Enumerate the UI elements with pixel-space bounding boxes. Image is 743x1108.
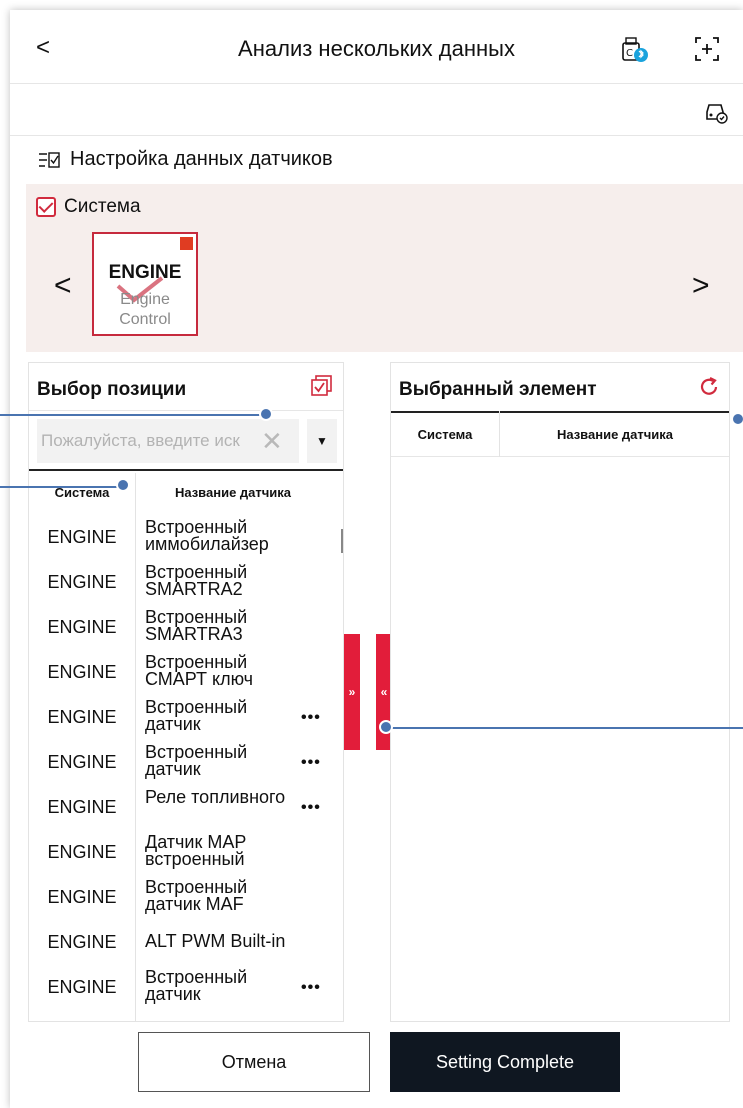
row-sensor-name: Встроенный датчик — [145, 697, 248, 734]
table-row[interactable]: ENGINE ALT PWM Built-in — [29, 920, 343, 965]
checkbox-checked-icon[interactable] — [36, 197, 56, 217]
search-input[interactable] — [37, 431, 257, 451]
row-system: ENGINE — [47, 617, 117, 637]
row-system: ENGINE — [47, 662, 117, 682]
row-sensor-name: Встроенный SMARTRA3 — [145, 607, 248, 644]
system-panel: Система < ENGINE Engine Control > — [26, 184, 743, 352]
table-row[interactable]: ENGINE Встроенный иммобилайзер — [29, 515, 343, 560]
more-icon[interactable]: ••• — [301, 979, 321, 997]
row-system: ENGINE — [47, 752, 117, 772]
column-system: Система — [417, 427, 473, 442]
vci-bluetooth-icon[interactable]: C — [620, 34, 650, 64]
callout-line — [0, 486, 122, 488]
callout-line — [386, 727, 743, 729]
table-row[interactable]: ENGINE Встроенный SMARTRA3 — [29, 605, 343, 650]
callout-dot — [731, 412, 743, 426]
selection-panel-title: Выбор позиции — [37, 379, 187, 400]
table-row[interactable]: ENGINE Встроенный датчик ••• — [29, 965, 343, 1010]
row-sensor-name: Встроенный SMARTRA2 — [145, 562, 248, 599]
system-label: Система — [64, 196, 141, 217]
more-icon[interactable]: ••• — [301, 799, 321, 817]
item-selection-panel: Выбор позиции ✕ ▼ Система Название датчи… — [28, 362, 344, 1022]
table-row[interactable]: ENGINE Встроенный датчик ••• — [29, 740, 343, 785]
row-system: ENGINE — [47, 977, 117, 997]
row-sensor-name: Встроенный датчик — [145, 742, 248, 779]
app-window: < Анализ нескольких данных C Настройка д… — [10, 10, 743, 1108]
system-checkbox-row[interactable]: Система — [36, 196, 141, 218]
callout-dot — [379, 720, 393, 734]
system-card-description: Engine Control — [119, 291, 171, 328]
checklist-icon — [39, 151, 60, 168]
search-box: ✕ — [37, 419, 299, 463]
sensor-settings-title: Настройка данных датчиков — [70, 148, 333, 170]
row-system: ENGINE — [47, 527, 117, 547]
row-sensor-name: Встроенный СМАРТ ключ — [145, 652, 254, 689]
selection-table-header: Система Название датчика — [29, 473, 343, 513]
column-sensor-name: Название датчика — [174, 485, 292, 500]
row-system: ENGINE — [47, 842, 117, 862]
sensor-list: ENGINE Встроенный иммобилайзер ENGINE Вс… — [29, 515, 343, 1010]
row-sensor-name: Реле топливного — [145, 787, 286, 807]
callout-dot — [259, 407, 273, 421]
sensor-settings-header: Настройка данных датчиков — [38, 148, 333, 171]
prev-system-arrow[interactable]: < — [54, 269, 72, 303]
cancel-button[interactable]: Отмена — [138, 1032, 370, 1092]
selected-corner-marker — [180, 237, 193, 250]
more-icon[interactable]: ••• — [301, 709, 321, 727]
search-row: ✕ ▼ — [29, 413, 343, 471]
selected-panel-title: Выбранный элемент — [399, 379, 597, 400]
table-row[interactable]: ENGINE Встроенный СМАРТ ключ — [29, 650, 343, 695]
vehicle-check-icon[interactable] — [703, 98, 729, 124]
row-sensor-name: ALT PWM Built-in — [145, 931, 286, 951]
row-system: ENGINE — [47, 887, 117, 907]
table-row[interactable]: ENGINE Встроенный датчик ••• — [29, 695, 343, 740]
selection-panel-header: Выбор позиции — [29, 363, 343, 411]
row-sensor-name: Встроенный датчик MAF — [145, 877, 248, 914]
add-to-selected-button[interactable]: » — [344, 634, 360, 750]
row-system: ENGINE — [47, 707, 117, 727]
row-system: ENGINE — [47, 797, 117, 817]
callout-line — [0, 414, 266, 416]
top-bar: < Анализ нескольких данных C — [10, 10, 743, 84]
row-system: ENGINE — [47, 572, 117, 592]
select-all-checkbox-icon[interactable] — [311, 375, 333, 397]
row-system: ENGINE — [47, 932, 117, 952]
next-system-arrow[interactable]: > — [692, 269, 710, 303]
chevron-down-icon[interactable]: ▼ — [307, 419, 337, 463]
sub-toolbar — [10, 84, 743, 136]
row-sensor-name: Встроенный иммобилайзер — [145, 517, 269, 554]
column-sensor-name: Название датчика — [556, 427, 674, 442]
setting-complete-button[interactable]: Setting Complete — [390, 1032, 620, 1092]
table-row[interactable]: ENGINE Встроенный датчик MAF — [29, 875, 343, 920]
table-row[interactable]: ENGINE Встроенный SMARTRA2 — [29, 560, 343, 605]
svg-text:C: C — [626, 48, 633, 59]
more-icon[interactable]: ••• — [301, 754, 321, 772]
system-card-engine[interactable]: ENGINE Engine Control — [92, 232, 198, 336]
refresh-icon[interactable] — [697, 375, 721, 399]
row-sensor-name: Датчик MAP встроенный — [145, 832, 247, 869]
clear-icon[interactable]: ✕ — [261, 426, 283, 457]
selected-items-panel: Выбранный элемент Система Название датчи… — [390, 362, 730, 1022]
table-row[interactable]: ENGINE Датчик MAP встроенный — [29, 830, 343, 875]
column-divider — [499, 411, 500, 457]
row-sensor-name: Встроенный датчик — [145, 967, 248, 1004]
selected-table-header: Система Название датчика — [391, 411, 729, 457]
callout-dot — [116, 478, 130, 492]
table-row[interactable]: ENGINE Реле топливного ••• — [29, 785, 343, 830]
expand-icon[interactable] — [692, 34, 722, 64]
